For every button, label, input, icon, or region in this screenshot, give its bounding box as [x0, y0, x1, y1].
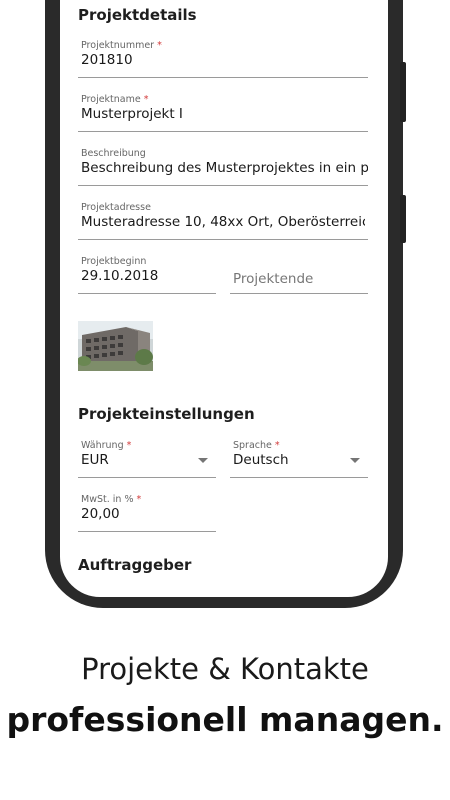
tagline-line-2: professionell managen.	[6, 700, 444, 739]
section-title-project-details: Projektdetails	[78, 6, 197, 24]
underline	[78, 239, 368, 240]
project-number-value: 201810	[81, 52, 133, 68]
section-title-client: Auftraggeber	[78, 556, 192, 574]
vat-label: MwSt. in % *	[81, 494, 142, 505]
description-value: Beschreibung des Musterprojektes in ein …	[81, 160, 368, 176]
app-screen: Projektdetails Projektnummer * 201810 Pr…	[60, 0, 388, 597]
project-number-label: Projektnummer *	[81, 40, 162, 51]
underline	[78, 77, 368, 78]
language-value: Deutsch	[233, 452, 289, 468]
language-select[interactable]: Sprache * Deutsch	[230, 440, 368, 478]
project-start-field[interactable]: Projektbeginn 29.10.2018	[78, 256, 216, 294]
project-name-value: Musterprojekt I	[81, 106, 183, 122]
project-name-label: Projektname *	[81, 94, 149, 105]
project-start-value: 29.10.2018	[81, 268, 159, 284]
vat-value: 20,00	[81, 506, 120, 522]
currency-label: Währung *	[81, 440, 132, 451]
currency-value: EUR	[81, 452, 109, 468]
vat-field[interactable]: MwSt. in % * 20,00	[78, 494, 216, 532]
currency-select[interactable]: Währung * EUR	[78, 440, 216, 478]
underline	[78, 293, 216, 294]
underline	[78, 185, 368, 186]
underline	[230, 477, 368, 478]
project-start-label: Projektbeginn	[81, 256, 147, 267]
phone-volume-button	[400, 62, 406, 122]
address-field[interactable]: Projektadresse Musteradresse 10, 48xx Or…	[78, 202, 368, 240]
underline	[78, 531, 216, 532]
project-image-thumbnail[interactable]	[78, 321, 153, 371]
phone-power-button	[400, 195, 406, 243]
building-photo-icon	[78, 321, 153, 371]
description-label: Beschreibung	[81, 148, 146, 159]
project-name-field[interactable]: Projektname * Musterprojekt I	[78, 94, 368, 132]
section-title-project-settings: Projekteinstellungen	[78, 405, 255, 423]
project-end-placeholder: Projektende	[233, 271, 314, 287]
project-number-field[interactable]: Projektnummer * 201810	[78, 40, 368, 78]
description-field[interactable]: Beschreibung Beschreibung des Musterproj…	[78, 148, 368, 186]
chevron-down-icon[interactable]	[350, 458, 360, 463]
underline	[78, 477, 216, 478]
underline	[230, 293, 368, 294]
address-value: Musteradresse 10, 48xx Ort, Oberösterrei…	[81, 214, 365, 230]
chevron-down-icon[interactable]	[198, 458, 208, 463]
address-label: Projektadresse	[81, 202, 151, 213]
tagline-line-1: Projekte & Kontakte	[81, 652, 369, 686]
language-label: Sprache *	[233, 440, 280, 451]
underline	[78, 131, 368, 132]
project-end-field[interactable]: Projektende	[230, 256, 368, 294]
